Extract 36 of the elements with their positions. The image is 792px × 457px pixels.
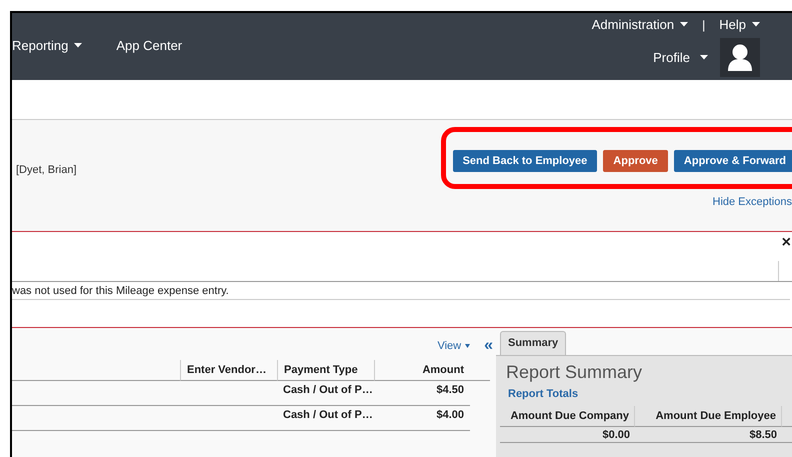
action-button[interactable]: Approve <box>603 150 668 172</box>
table-cell: Cash / Out of P… <box>277 381 374 406</box>
user-icon <box>728 44 752 71</box>
separator: | <box>702 18 706 32</box>
table-cell: $8.50 <box>635 427 782 443</box>
nav-menu-item[interactable]: Reporting <box>12 38 82 53</box>
caret-icon <box>700 55 708 60</box>
collapse-button[interactable]: « <box>484 337 493 355</box>
close-button[interactable]: × <box>782 234 791 252</box>
table-cell: $4.00 <box>374 406 470 431</box>
summary-tab[interactable]: Summary <box>500 331 566 355</box>
column-header[interactable]: Payment Type <box>277 360 374 381</box>
column-header: Amount Due Employee <box>635 406 782 427</box>
avatar-button[interactable] <box>720 38 760 77</box>
nav-menu-item[interactable]: App Center <box>116 38 182 53</box>
caret-icon <box>752 22 760 27</box>
exception-message: was not used for this Mileage expense entry. <box>12 282 790 300</box>
column-header[interactable]: Enter Vendor… <box>180 360 277 381</box>
table-cell: Cash / Out of P… <box>277 406 374 431</box>
caret-icon <box>680 22 688 27</box>
caret-icon <box>74 43 82 48</box>
action-button[interactable]: Send Back to Employee <box>452 150 598 172</box>
employee-name: [Dyet, Brian] <box>16 164 77 176</box>
hide-exceptions-link[interactable]: Hide Exceptions <box>712 196 792 208</box>
action-button[interactable]: Approve & Forward <box>674 150 792 172</box>
utility-menu-item[interactable]: Administration <box>592 17 688 32</box>
caret-icon <box>465 344 470 348</box>
table-cell: $0.00 <box>500 427 635 443</box>
profile-menu[interactable]: Profile <box>653 50 708 65</box>
panel-title: Report Summary <box>506 362 644 383</box>
view-menu[interactable]: View <box>437 340 470 352</box>
table-cell: $4.50 <box>374 381 470 406</box>
utility-menu-item[interactable]: Help <box>719 17 760 32</box>
section-heading: Report Totals <box>508 388 580 400</box>
column-header[interactable]: Amount <box>374 360 470 381</box>
column-header: Amount Due Company <box>500 406 635 427</box>
